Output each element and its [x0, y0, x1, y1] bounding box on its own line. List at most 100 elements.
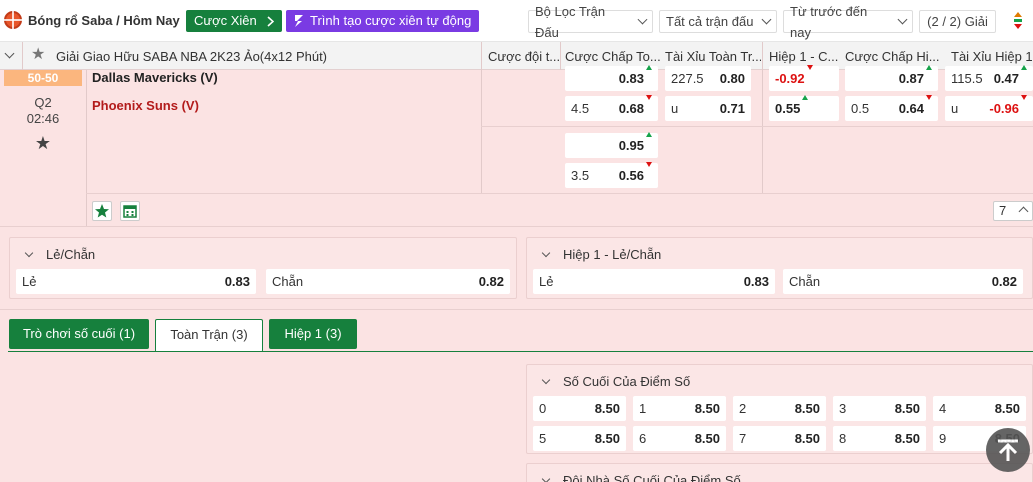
odds-cell[interactable]: Lẻ 0.83	[533, 269, 775, 294]
column-header: Hiệp 1 - C...	[769, 49, 839, 64]
panel-header[interactable]: Hiệp 1 - Lẻ/Chẵn	[535, 247, 661, 262]
league-page-indicator[interactable]: (2 / 2) Giải	[919, 10, 996, 33]
favorite-button[interactable]	[92, 201, 112, 221]
chevron-down-icon	[761, 14, 772, 25]
odds-cell[interactable]: 0.5 0.64	[845, 95, 938, 121]
chevron-down-icon	[897, 14, 908, 25]
panel-header[interactable]: Lẻ/Chẵn	[18, 247, 95, 262]
odds-value: 0.47	[993, 71, 1019, 86]
odds-line: u	[951, 101, 959, 116]
odds-line: 4	[939, 401, 947, 416]
home-last-digit-panel: Đội Nhà Số Cuối Của Điểm Số	[526, 463, 1033, 482]
odds-line: Lẻ	[539, 274, 554, 289]
odds-cell[interactable]: 0.83	[565, 65, 658, 91]
lightning-icon	[295, 15, 303, 27]
match-filter-label: Bộ Lọc Trận Đấu	[535, 3, 606, 40]
arrow-up-icon	[926, 65, 932, 70]
more-markets-count: 7	[999, 203, 1007, 218]
tab-last-digit[interactable]: Trò chơi số cuối (1)	[9, 319, 149, 349]
odds-value: 0.56	[618, 168, 644, 183]
auto-parlay-button[interactable]: Trình tạo cược xiên tự động	[286, 10, 480, 32]
odds-value: -0.96	[989, 101, 1019, 116]
odds-cell[interactable]: 5 8.50	[533, 426, 626, 451]
odds-cell[interactable]: 3 8.50	[833, 396, 926, 421]
away-team: Phoenix Suns (V)	[92, 98, 199, 113]
odds-line: 5	[539, 431, 547, 446]
odds-line: Chẵn	[789, 274, 821, 289]
odds-value: 0.64	[898, 101, 924, 116]
odds-cell[interactable]: -0.92	[769, 65, 839, 91]
odds-cell[interactable]: 2 8.50	[733, 396, 826, 421]
odds-value: 8.50	[894, 401, 920, 416]
stats-button[interactable]	[120, 201, 140, 221]
odds-cell[interactable]: 0.95	[565, 132, 658, 158]
tab-underline	[8, 351, 1033, 352]
more-markets-button[interactable]: 7	[993, 201, 1033, 221]
odds-value: 8.50	[694, 431, 720, 446]
odds-cell[interactable]: 0.87	[845, 65, 938, 91]
odds-cell[interactable]: 0.55	[769, 95, 839, 121]
panel-title: Hiệp 1 - Lẻ/Chẵn	[563, 247, 662, 262]
odds-cell[interactable]: 0 8.50	[533, 396, 626, 421]
time-filter-dropdown[interactable]: Từ trước đến nay	[783, 4, 913, 40]
chevron-down-icon	[541, 375, 551, 384]
odds-value: 8.50	[594, 401, 620, 416]
odds-value: 0.83	[743, 274, 769, 289]
odds-cell[interactable]: 8 8.50	[833, 426, 926, 451]
panel-header[interactable]: Số Cuối Của Điểm Số	[535, 374, 690, 389]
odds-cell[interactable]: 115.5 0.47	[945, 65, 1033, 91]
chevron-up-icon	[1018, 206, 1029, 217]
odds-line: 3.5	[571, 168, 590, 183]
odds-line: 7	[739, 431, 747, 446]
arrow-down-icon	[1021, 95, 1027, 100]
odds-cell[interactable]: 3.5 0.56	[565, 162, 658, 188]
odds-cell[interactable]: 7 8.50	[733, 426, 826, 451]
star-icon[interactable]: ★	[0, 134, 86, 152]
sort-icon[interactable]	[1011, 12, 1025, 32]
star-icon[interactable]: ★	[31, 47, 45, 63]
panel-title: Lẻ/Chẵn	[46, 247, 96, 262]
odds-value: 0.82	[478, 274, 504, 289]
odds-cell[interactable]: 4 8.50	[933, 396, 1026, 421]
breadcrumb[interactable]: Bóng rổ Saba / Hôm Nay	[28, 13, 180, 28]
arrow-down-icon	[806, 65, 813, 70]
odds-cell[interactable]: 4.5 0.68	[565, 95, 658, 121]
scroll-top-button[interactable]	[986, 428, 1030, 472]
odds-cell[interactable]: 227.5 0.80	[665, 66, 751, 91]
odds-cell[interactable]: u 0.71	[665, 96, 751, 121]
odds-cell[interactable]: Lẻ 0.83	[16, 269, 256, 294]
parlay-button[interactable]: Cược Xiên	[186, 10, 282, 32]
match-filter-dropdown[interactable]: Bộ Lọc Trận Đấu	[528, 4, 653, 40]
odds-value: 0.83	[224, 274, 250, 289]
odds-value: 8.50	[994, 401, 1020, 416]
tab-full-time[interactable]: Toàn Trận (3)	[155, 319, 263, 352]
auto-parlay-label: Trình tạo cược xiên tự động	[310, 13, 472, 28]
odds-cell[interactable]: Chẵn 0.82	[783, 269, 1023, 294]
time-filter-label: Từ trước đến nay	[790, 3, 868, 40]
odds-value: 0.68	[618, 101, 644, 116]
odds-cell[interactable]: Chẵn 0.82	[266, 269, 510, 294]
column-header: Cược đội t...	[488, 49, 560, 64]
tab-half-1[interactable]: Hiệp 1 (3)	[269, 319, 357, 349]
odds-cell[interactable]: 1 8.50	[633, 396, 726, 421]
column-header: Cược Chấp Hi...	[845, 49, 940, 64]
column-header: Tài Xỉu Hiệp 1	[951, 49, 1033, 64]
odds-value: 0.80	[719, 71, 745, 86]
odds-value: 0.71	[719, 101, 745, 116]
odds-line: u	[671, 101, 679, 116]
odds-value: 8.50	[794, 431, 820, 446]
all-matches-dropdown[interactable]: Tất cả trận đấu	[659, 10, 777, 33]
panel-title: Số Cuối Của Điểm Số	[563, 374, 691, 389]
chevron-down-icon[interactable]	[4, 48, 15, 59]
odds-cell[interactable]: 6 8.50	[633, 426, 726, 451]
odd-even-panel: Lẻ/Chẵn Lẻ 0.83 Chẵn 0.82	[9, 237, 517, 299]
odds-value: 0.55	[775, 101, 801, 116]
odds-value: 0.83	[618, 71, 644, 86]
odds-value: -0.92	[775, 71, 805, 86]
home-team: Dallas Mavericks (V)	[92, 70, 218, 85]
odds-cell[interactable]: u -0.96	[945, 95, 1033, 121]
arrow-down-icon	[646, 95, 652, 100]
panel-header[interactable]: Đội Nhà Số Cuối Của Điểm Số	[535, 473, 741, 482]
odds-value: 0.82	[991, 274, 1017, 289]
live-score: 50-50	[4, 70, 82, 86]
